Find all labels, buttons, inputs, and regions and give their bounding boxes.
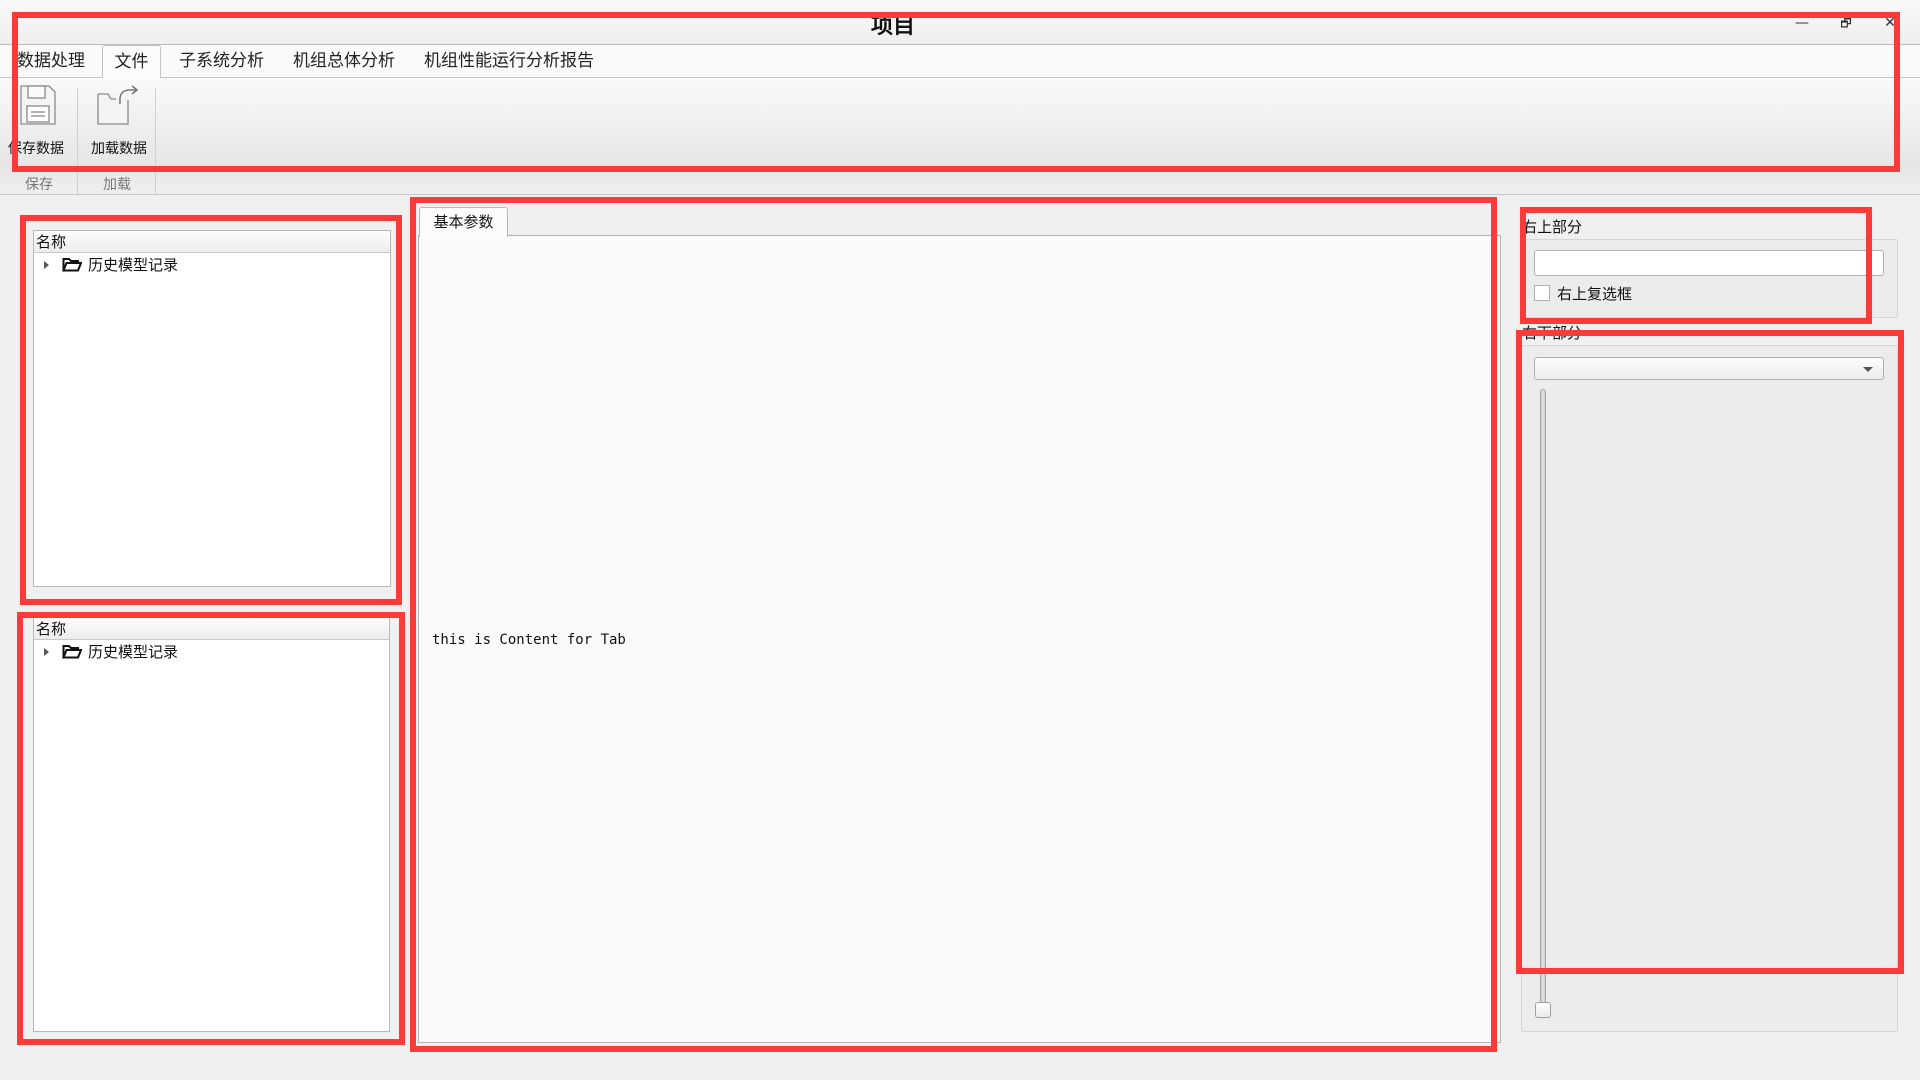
vertical-slider-handle[interactable] — [1535, 1002, 1551, 1018]
tab-file[interactable]: 文件 — [102, 45, 161, 79]
floppy-disk-icon — [20, 85, 56, 125]
close-icon: ✕ — [1884, 15, 1896, 31]
tab-data-processing[interactable]: 数据处理 — [11, 45, 91, 78]
load-data-button[interactable]: 加载数据 — [84, 80, 154, 160]
vertical-slider-track[interactable] — [1540, 389, 1546, 1009]
tree-item[interactable]: 历史模型记录 — [34, 254, 390, 276]
tree-header-name[interactable]: 名称 — [34, 618, 389, 640]
tab-unit-overall-analysis[interactable]: 机组总体分析 — [287, 45, 401, 78]
ribbon-tab-bar: 数据处理 文件 子系统分析 机组总体分析 机组性能运行分析报告 — [0, 45, 1920, 79]
ribbon-separator — [77, 88, 78, 196]
tab-subsystem-analysis[interactable]: 子系统分析 — [173, 45, 270, 78]
tab-content-text: this is Content for Tab — [432, 632, 626, 648]
tree-view-top[interactable]: 名称 历史模型记录 — [33, 230, 391, 587]
save-data-label: 保存数据 — [8, 141, 64, 157]
folder-open-icon — [62, 645, 82, 659]
bottom-right-combobox[interactable] — [1534, 357, 1884, 380]
folder-open-icon — [62, 258, 82, 272]
minimize-icon: — — [1795, 15, 1809, 31]
window-title: 项目 — [870, 14, 915, 39]
minimize-button[interactable]: — — [1791, 12, 1813, 34]
tab-basic-parameters[interactable]: 基本参数 — [419, 207, 508, 237]
tab-content-panel: this is Content for Tab — [418, 235, 1501, 1043]
group-label-load: 加载 — [103, 177, 131, 193]
ribbon-separator — [155, 88, 156, 196]
chevron-down-icon — [1863, 367, 1873, 372]
top-right-checkbox-label[interactable]: 右上复选框 — [1557, 283, 1632, 304]
restore-button[interactable]: 🗗 — [1835, 12, 1857, 34]
top-right-text-input[interactable] — [1534, 250, 1884, 276]
group-title-top-right: 右上部分 — [1522, 218, 1583, 236]
expand-arrow-icon[interactable] — [44, 648, 49, 656]
folder-export-icon — [97, 85, 139, 125]
load-data-label: 加载数据 — [91, 141, 147, 157]
tree-item-label: 历史模型记录 — [88, 643, 179, 661]
expand-arrow-icon[interactable] — [44, 261, 49, 269]
close-button[interactable]: ✕ — [1879, 12, 1901, 34]
ribbon-panel: 保存数据 加载数据 保存 加载 — [0, 78, 1920, 196]
tree-item[interactable]: 历史模型记录 — [34, 641, 389, 663]
save-data-button[interactable]: 保存数据 — [8, 80, 70, 160]
group-label-save: 保存 — [25, 177, 53, 193]
top-right-checkbox[interactable] — [1534, 285, 1550, 301]
group-title-bottom-right: 右下部分 — [1522, 324, 1583, 342]
title-bar: 项目 — 🗗 ✕ — [0, 0, 1920, 45]
tab-unit-performance-report[interactable]: 机组性能运行分析报告 — [418, 45, 600, 78]
group-box-bottom-right — [1521, 345, 1898, 1032]
tree-header-name[interactable]: 名称 — [34, 231, 390, 253]
restore-icon: 🗗 — [1840, 16, 1852, 30]
tree-view-bottom[interactable]: 名称 历史模型记录 — [33, 617, 390, 1032]
tree-item-label: 历史模型记录 — [88, 256, 179, 274]
